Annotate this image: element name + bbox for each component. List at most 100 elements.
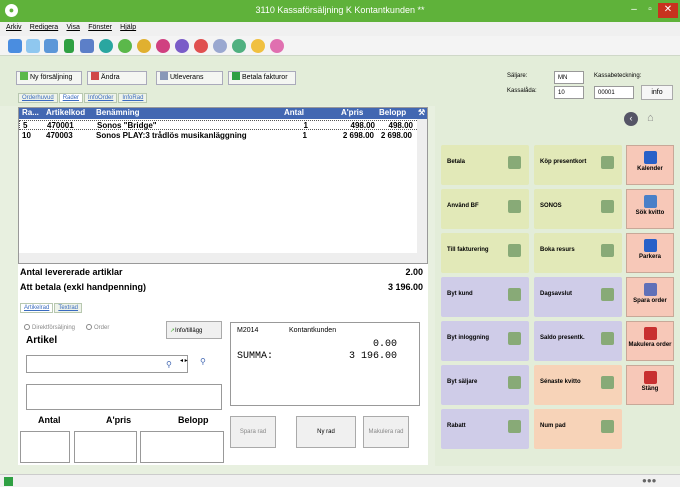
tab-artikelrad[interactable]: Artikelrad xyxy=(20,303,54,313)
link-icon-7[interactable] xyxy=(213,39,227,53)
link-icon-4[interactable] xyxy=(156,39,170,53)
kassalada-field[interactable]: 10 xyxy=(554,86,584,99)
utleverans-button[interactable]: Utleverans xyxy=(156,71,223,85)
link-icon-1[interactable] xyxy=(99,39,113,53)
ny-forsaljning-button[interactable]: Ny försäljning xyxy=(16,71,82,85)
makulera-rad-button[interactable]: Makulera rad xyxy=(363,416,409,448)
menu-visa[interactable]: Visa xyxy=(66,24,80,31)
search-icon[interactable] xyxy=(44,39,58,53)
search-icon[interactable]: ⚲ xyxy=(166,360,172,369)
menu-hjalp[interactable]: Hjälp xyxy=(120,24,136,31)
tile-sonos[interactable]: SONOS xyxy=(534,189,622,229)
spara-rad-button[interactable]: Spara rad xyxy=(230,416,276,448)
side-parkera[interactable]: Parkera xyxy=(626,233,674,273)
kassabeteckning-field[interactable]: 00001 xyxy=(594,86,634,99)
tile-byt-kund[interactable]: Byt kund xyxy=(441,277,529,317)
entry-panel: Artikelrad Textrad Direktförsäljning Orde… xyxy=(18,300,428,465)
link-icon-8[interactable] xyxy=(232,39,246,53)
col-antal[interactable]: Antal xyxy=(284,108,304,117)
antal-input[interactable] xyxy=(20,431,70,463)
radio-order[interactable]: Order xyxy=(86,324,109,331)
belopp-label: Belopp xyxy=(178,415,209,425)
ny-rad-button[interactable]: Ny rad xyxy=(296,416,356,448)
side-spara-order[interactable]: Spara order xyxy=(626,277,674,317)
home-icon[interactable]: ⌂ xyxy=(647,112,654,124)
info-icon[interactable] xyxy=(64,39,74,53)
tab-orderhuvud[interactable]: Orderhuvud xyxy=(18,93,58,103)
side-makulera-order[interactable]: Makulera order xyxy=(626,321,674,361)
tile-byt-säljare[interactable]: Byt säljare xyxy=(441,365,529,405)
cell-antal: 1 xyxy=(302,131,307,140)
side-sök-kvitto[interactable]: Sök kvitto xyxy=(626,189,674,229)
tab-rader[interactable]: Rader xyxy=(58,93,84,103)
chat-icon[interactable] xyxy=(26,39,40,53)
tile-boka-resurs[interactable]: Boka resurs xyxy=(534,233,622,273)
totals-panel: Antal levererade artiklar 2.00 Att betal… xyxy=(18,264,428,300)
vertical-scrollbar[interactable] xyxy=(417,119,427,253)
apris-input[interactable] xyxy=(74,431,137,463)
tab-infoorder[interactable]: InfoOrder xyxy=(84,93,118,103)
saljare-field[interactable]: MN xyxy=(554,71,584,84)
title-bar: ● 3110 Kassaförsäljning K Kontantkunden … xyxy=(0,0,680,22)
menu-bar: Arkiv Redigera Visa Fönster Hjälp xyxy=(0,22,680,36)
seller-icon xyxy=(508,376,521,389)
col-artikelkod[interactable]: Artikelkod xyxy=(46,108,85,117)
tile-rabatt[interactable]: Rabatt xyxy=(441,409,529,449)
horizontal-scrollbar[interactable] xyxy=(19,253,427,263)
belopp-input[interactable] xyxy=(140,431,224,463)
info-tillagg-button[interactable]: ➚Info/tillägg xyxy=(166,321,222,339)
saljare-label: Säljare: xyxy=(507,73,528,79)
stop-icon[interactable] xyxy=(80,39,94,53)
menu-fonster[interactable]: Fönster xyxy=(88,24,112,31)
tab-textrad[interactable]: Textrad xyxy=(54,303,83,313)
tile-köp-presentkort[interactable]: Köp presentkort xyxy=(534,145,622,185)
discount-icon xyxy=(508,420,521,433)
menu-redigera[interactable]: Redigera xyxy=(30,24,58,31)
betala-fakturor-button[interactable]: Betala fakturor xyxy=(228,71,296,85)
cancel-order-icon xyxy=(644,327,657,340)
link-icon-6[interactable] xyxy=(194,39,208,53)
wrench-icon[interactable]: ⚒ xyxy=(418,108,425,117)
col-apris[interactable]: A'pris xyxy=(341,108,363,117)
link-icon-2[interactable] xyxy=(118,39,132,53)
antal-levererade-label: Antal levererade artiklar xyxy=(20,267,123,277)
side-kalender[interactable]: Kalender xyxy=(626,145,674,185)
minimize-icon[interactable]: – xyxy=(627,3,641,18)
save-order-icon xyxy=(644,283,657,296)
tile-använd-bf[interactable]: Använd BF xyxy=(441,189,529,229)
tile-saldo-presentk-[interactable]: Saldo presentk. xyxy=(534,321,622,361)
info-button[interactable]: info xyxy=(641,85,673,100)
link-icon-10[interactable] xyxy=(270,39,284,53)
andra-button[interactable]: Ändra xyxy=(87,71,147,85)
close-icon[interactable]: ✕ xyxy=(658,3,678,18)
giftcard-balance-icon xyxy=(601,332,614,345)
home-icon[interactable] xyxy=(8,39,22,53)
artikel-description-box[interactable] xyxy=(26,384,222,410)
link-icon-5[interactable] xyxy=(175,39,189,53)
table-row[interactable]: 10 470003 Sonos PLAY:3 trådlös musikanlä… xyxy=(19,131,427,141)
display-code: M2014 xyxy=(237,327,259,334)
link-icon-3[interactable] xyxy=(137,39,151,53)
radio-direktforsaljning[interactable]: Direktförsäljning xyxy=(24,324,75,331)
maximize-icon[interactable]: ▫ xyxy=(643,3,657,18)
menu-arkiv[interactable]: Arkiv xyxy=(6,24,22,31)
tile-num-pad[interactable]: Num pad xyxy=(534,409,622,449)
tile-byt-inloggning[interactable]: Byt inloggning xyxy=(441,321,529,361)
col-benamning[interactable]: Benämning xyxy=(96,108,140,117)
table-row[interactable]: 5 470001 Sonos "Bridge" 1 498.00 498.00 xyxy=(19,120,427,130)
tile-betala[interactable]: Betala xyxy=(441,145,529,185)
link-icon-9[interactable] xyxy=(251,39,265,53)
side-stäng[interactable]: Stäng xyxy=(626,365,674,405)
close-x-icon xyxy=(644,371,657,384)
tile-s-naste-kvitto[interactable]: Sénaste kvitto xyxy=(534,365,622,405)
col-belopp[interactable]: Belopp xyxy=(379,108,406,117)
search-icon[interactable]: ⚲ xyxy=(200,357,206,366)
artikel-input[interactable] xyxy=(26,355,188,373)
back-arrow-icon[interactable]: ‹ xyxy=(624,112,638,126)
tile-dagsavslut[interactable]: Dagsavslut xyxy=(534,277,622,317)
cell-rad: 5 xyxy=(23,121,28,130)
tile-till-fakturering[interactable]: Till fakturering xyxy=(441,233,529,273)
col-rad[interactable]: Ra... xyxy=(22,108,39,117)
tab-inforad[interactable]: InfoRad xyxy=(118,93,148,103)
nav-arrows-icon[interactable]: ◂ ▸ xyxy=(180,357,188,364)
